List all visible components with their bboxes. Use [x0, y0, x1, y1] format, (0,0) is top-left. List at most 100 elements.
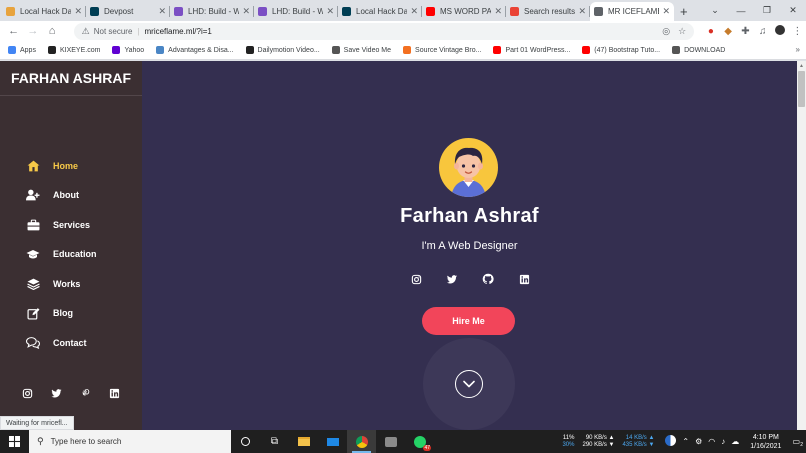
browser-tab[interactable]: Devpost ✕	[86, 2, 170, 21]
bookmark-star-icon[interactable]: ☆	[678, 26, 686, 37]
browser-tab[interactable]: LHD: Build - W ✕	[254, 2, 338, 21]
bookmarks-overflow-icon[interactable]: »	[796, 45, 800, 54]
settings-tray-icon[interactable]: ⚙	[695, 437, 702, 446]
tab-title: Search results	[524, 7, 576, 16]
warning-icon[interactable]: ⚠	[82, 26, 90, 37]
onedrive-icon[interactable]: ☁	[731, 437, 739, 446]
browser-tab[interactable]: LHD: Build - W ✕	[170, 2, 254, 21]
home-button-icon[interactable]: ⌂	[42, 25, 61, 37]
linkedin-icon[interactable]	[109, 388, 120, 399]
tab-close-icon[interactable]: ✕	[494, 6, 502, 17]
video-editor-icon[interactable]	[376, 430, 405, 453]
browser-tab[interactable]: MS WORD PA ✕	[422, 2, 506, 21]
bookmark-item[interactable]: Dailymotion Video...	[245, 46, 320, 54]
menu-dots-icon[interactable]: ⋮	[789, 26, 806, 37]
bookmark-label: Advantages & Disa...	[168, 46, 234, 54]
disk-up-speed: 14 KB/s	[625, 434, 647, 441]
tab-close-icon[interactable]: ✕	[662, 6, 670, 17]
browser-tab[interactable]: Local Hack Da ✕	[338, 2, 422, 21]
hire-me-button[interactable]: Hire Me	[422, 307, 515, 335]
browser-tab-strip: Local Hack Da ✕ Devpost ✕ LHD: Build - W ✕ LHD…	[0, 0, 806, 21]
taskbar-search[interactable]: ⚲ Type here to search	[29, 430, 231, 453]
browser-tab[interactable]: Search results ✕	[506, 2, 590, 21]
scrollbar-thumb[interactable]	[798, 71, 805, 107]
bookmark-label: KIXEYE.com	[59, 46, 101, 54]
bookmark-item[interactable]: KIXEYE.com	[47, 46, 101, 54]
net-speed: 90 KB/s ▲ 290 KB/s ▼	[582, 434, 615, 448]
windows-start-button[interactable]	[0, 430, 29, 453]
close-window-icon[interactable]: ✕	[780, 0, 806, 21]
linkedin-icon[interactable]	[518, 273, 530, 285]
chrome-taskbar-icon[interactable]	[347, 430, 376, 453]
tab-title: Devpost	[104, 7, 134, 16]
twitter-icon[interactable]	[51, 388, 62, 399]
sidebar-item-works[interactable]: Works	[26, 269, 97, 299]
volume-icon[interactable]: ♪	[721, 437, 725, 446]
bookmark-item[interactable]: Advantages & Disa...	[156, 46, 234, 54]
mail-icon[interactable]	[318, 430, 347, 453]
wifi-icon[interactable]: ◠	[708, 437, 715, 446]
instagram-icon[interactable]	[22, 388, 33, 399]
sidebar-item-label: Works	[53, 278, 81, 289]
bookmark-item[interactable]: Yahoo	[112, 46, 144, 54]
bookmark-item[interactable]: Apps	[8, 46, 36, 54]
url-text[interactable]: mriceflame.ml/?i=1	[145, 27, 655, 36]
instagram-icon[interactable]	[410, 273, 422, 285]
bookmark-favicon-icon	[582, 46, 591, 54]
bookmark-item[interactable]: Source Vintage Bro...	[403, 46, 481, 54]
tab-close-icon[interactable]: ✕	[74, 6, 82, 17]
forward-icon[interactable]: →	[23, 25, 42, 37]
bookmark-favicon-icon	[112, 46, 121, 54]
twitter-icon[interactable]	[446, 273, 458, 285]
tab-close-icon[interactable]: ✕	[158, 6, 166, 17]
back-icon[interactable]: ←	[4, 25, 23, 37]
tab-title: MS WORD PA	[440, 7, 492, 16]
sidebar-item-education[interactable]: Education	[26, 240, 97, 270]
tab-close-icon[interactable]: ✕	[410, 6, 418, 17]
task-view-icon[interactable]: ⧉	[260, 430, 289, 453]
tab-favicon-icon	[6, 7, 15, 16]
tab-close-icon[interactable]: ✕	[578, 6, 586, 17]
extension-icon[interactable]: ◆	[719, 26, 736, 37]
widget-icon[interactable]	[665, 435, 677, 448]
eye-slash-icon[interactable]: ◎	[662, 26, 670, 37]
tab-close-icon[interactable]: ✕	[326, 6, 334, 17]
sidebar-item-home[interactable]: Home	[26, 151, 97, 181]
scroll-down-button[interactable]	[455, 370, 483, 398]
taskbar-search-placeholder: Type here to search	[50, 437, 122, 446]
puzzle-icon[interactable]: ✚	[737, 26, 754, 37]
scroll-up-arrow-icon[interactable]: ▲	[799, 63, 804, 69]
pinterest-icon[interactable]	[80, 388, 91, 399]
tab-close-icon[interactable]: ✕	[242, 6, 250, 17]
github-icon[interactable]	[482, 273, 494, 285]
browser-tab[interactable]: MR ICEFLAME ✕	[590, 2, 674, 21]
browser-tab[interactable]: Local Hack Da ✕	[2, 2, 86, 21]
media-icon[interactable]: ♫	[754, 26, 771, 37]
cortana-icon[interactable]	[231, 430, 260, 453]
tray-expand-icon[interactable]: ⌃	[682, 437, 689, 446]
tab-favicon-icon	[90, 7, 99, 16]
bookmark-label: Yahoo	[124, 46, 145, 54]
minimize-icon[interactable]: —	[728, 0, 754, 21]
address-bar[interactable]: ⚠ Not secure | mriceflame.ml/?i=1 ◎ ☆	[73, 22, 695, 40]
sidebar-item-services[interactable]: Services	[26, 210, 97, 240]
sidebar-item-blog[interactable]: Blog	[26, 299, 97, 329]
bookmark-item[interactable]: Save Video Me	[331, 46, 391, 54]
bookmark-item[interactable]: (47) Bootstrap Tuto...	[582, 46, 660, 54]
bookmark-item[interactable]: DOWNLOAD	[672, 46, 725, 54]
page-scrollbar[interactable]: ▲	[797, 61, 806, 430]
taskbar-clock[interactable]: 4:10 PM 1/16/2021	[750, 433, 781, 451]
window-tab-search-icon[interactable]: ⌄	[702, 0, 728, 21]
opera-extension-icon[interactable]: ●	[702, 26, 719, 37]
restore-icon[interactable]: ❐	[754, 0, 780, 21]
site-brand[interactable]: FARHAN ASHRAF	[0, 61, 142, 96]
file-explorer-icon[interactable]	[289, 430, 318, 453]
security-label: Not secure	[93, 26, 133, 36]
bookmark-item[interactable]: Part 01 WordPress...	[493, 46, 570, 54]
profile-avatar[interactable]	[771, 24, 788, 38]
new-tab-button[interactable]: +	[680, 4, 688, 19]
sidebar-item-about[interactable]: About	[26, 181, 97, 211]
sidebar-item-contact[interactable]: Contact	[26, 328, 97, 358]
notifications-icon[interactable]: ▭ 2	[792, 437, 803, 448]
whatsapp-icon[interactable]: 47	[405, 430, 434, 453]
